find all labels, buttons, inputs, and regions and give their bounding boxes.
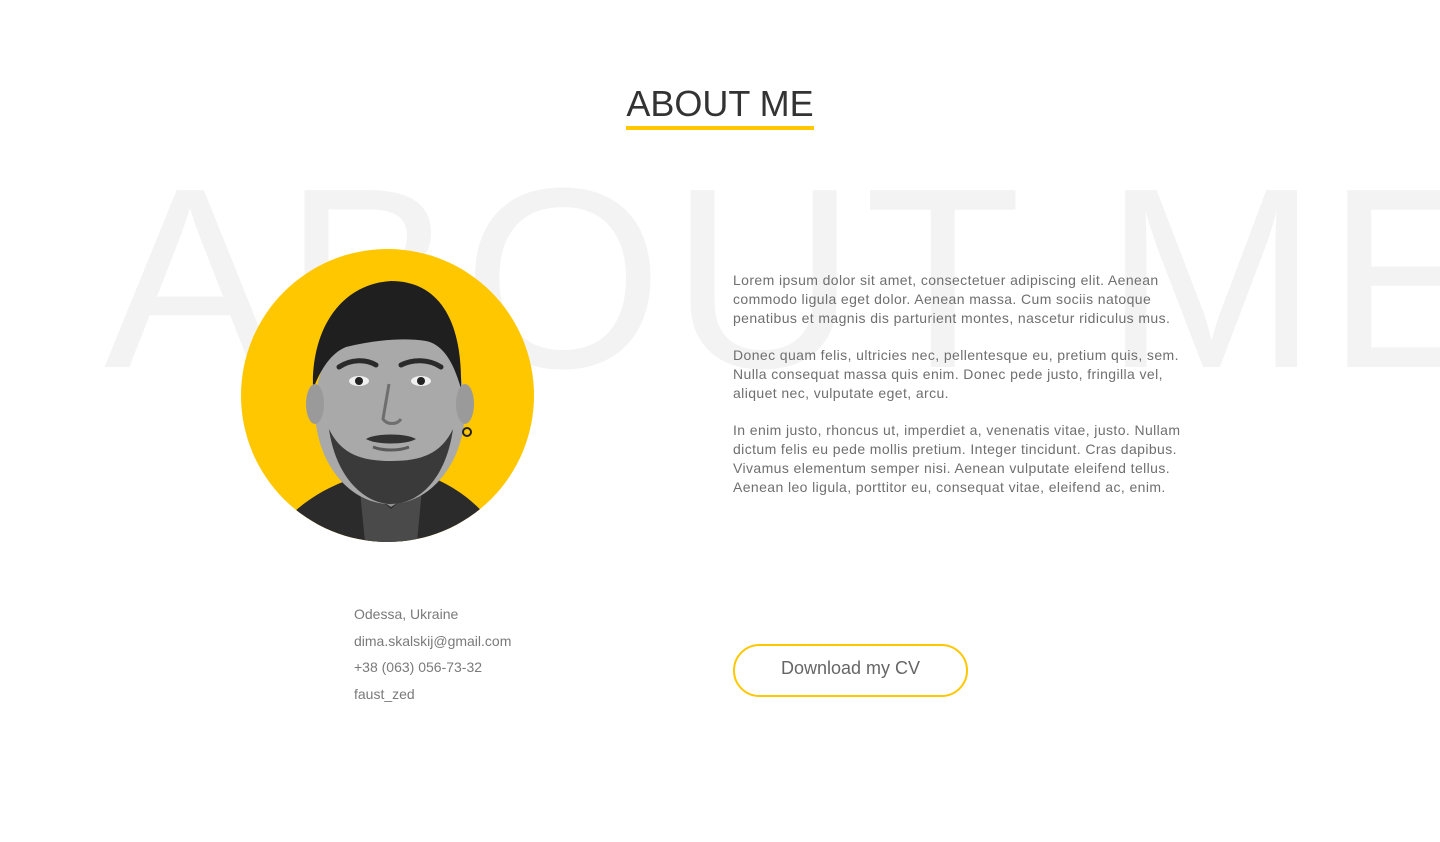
contact-phone[interactable]: +38 (063) 056-73-32 — [354, 654, 511, 681]
bio-text-block: Lorem ipsum dolor sit amet, consectetuer… — [733, 271, 1203, 515]
profile-photo-icon — [271, 281, 503, 542]
download-cv-button[interactable]: Download my CV — [733, 644, 968, 697]
bio-paragraph: In enim justo, rhoncus ut, imperdiet a, … — [733, 422, 1181, 495]
contact-location: Odessa, Ukraine — [354, 606, 459, 622]
contact-info: Odessa, Ukraine dima.skalskij@gmail.com … — [354, 601, 511, 707]
profile-avatar — [241, 249, 534, 542]
section-title: ABOUT ME — [626, 82, 814, 130]
contact-email[interactable]: dima.skalskij@gmail.com — [354, 628, 511, 655]
section-header: ABOUT ME — [0, 82, 1440, 130]
bio-paragraph: Lorem ipsum dolor sit amet, consectetuer… — [733, 272, 1171, 326]
bio-paragraph: Donec quam felis, ultricies nec, pellent… — [733, 347, 1179, 401]
contact-username[interactable]: faust_zed — [354, 681, 511, 708]
